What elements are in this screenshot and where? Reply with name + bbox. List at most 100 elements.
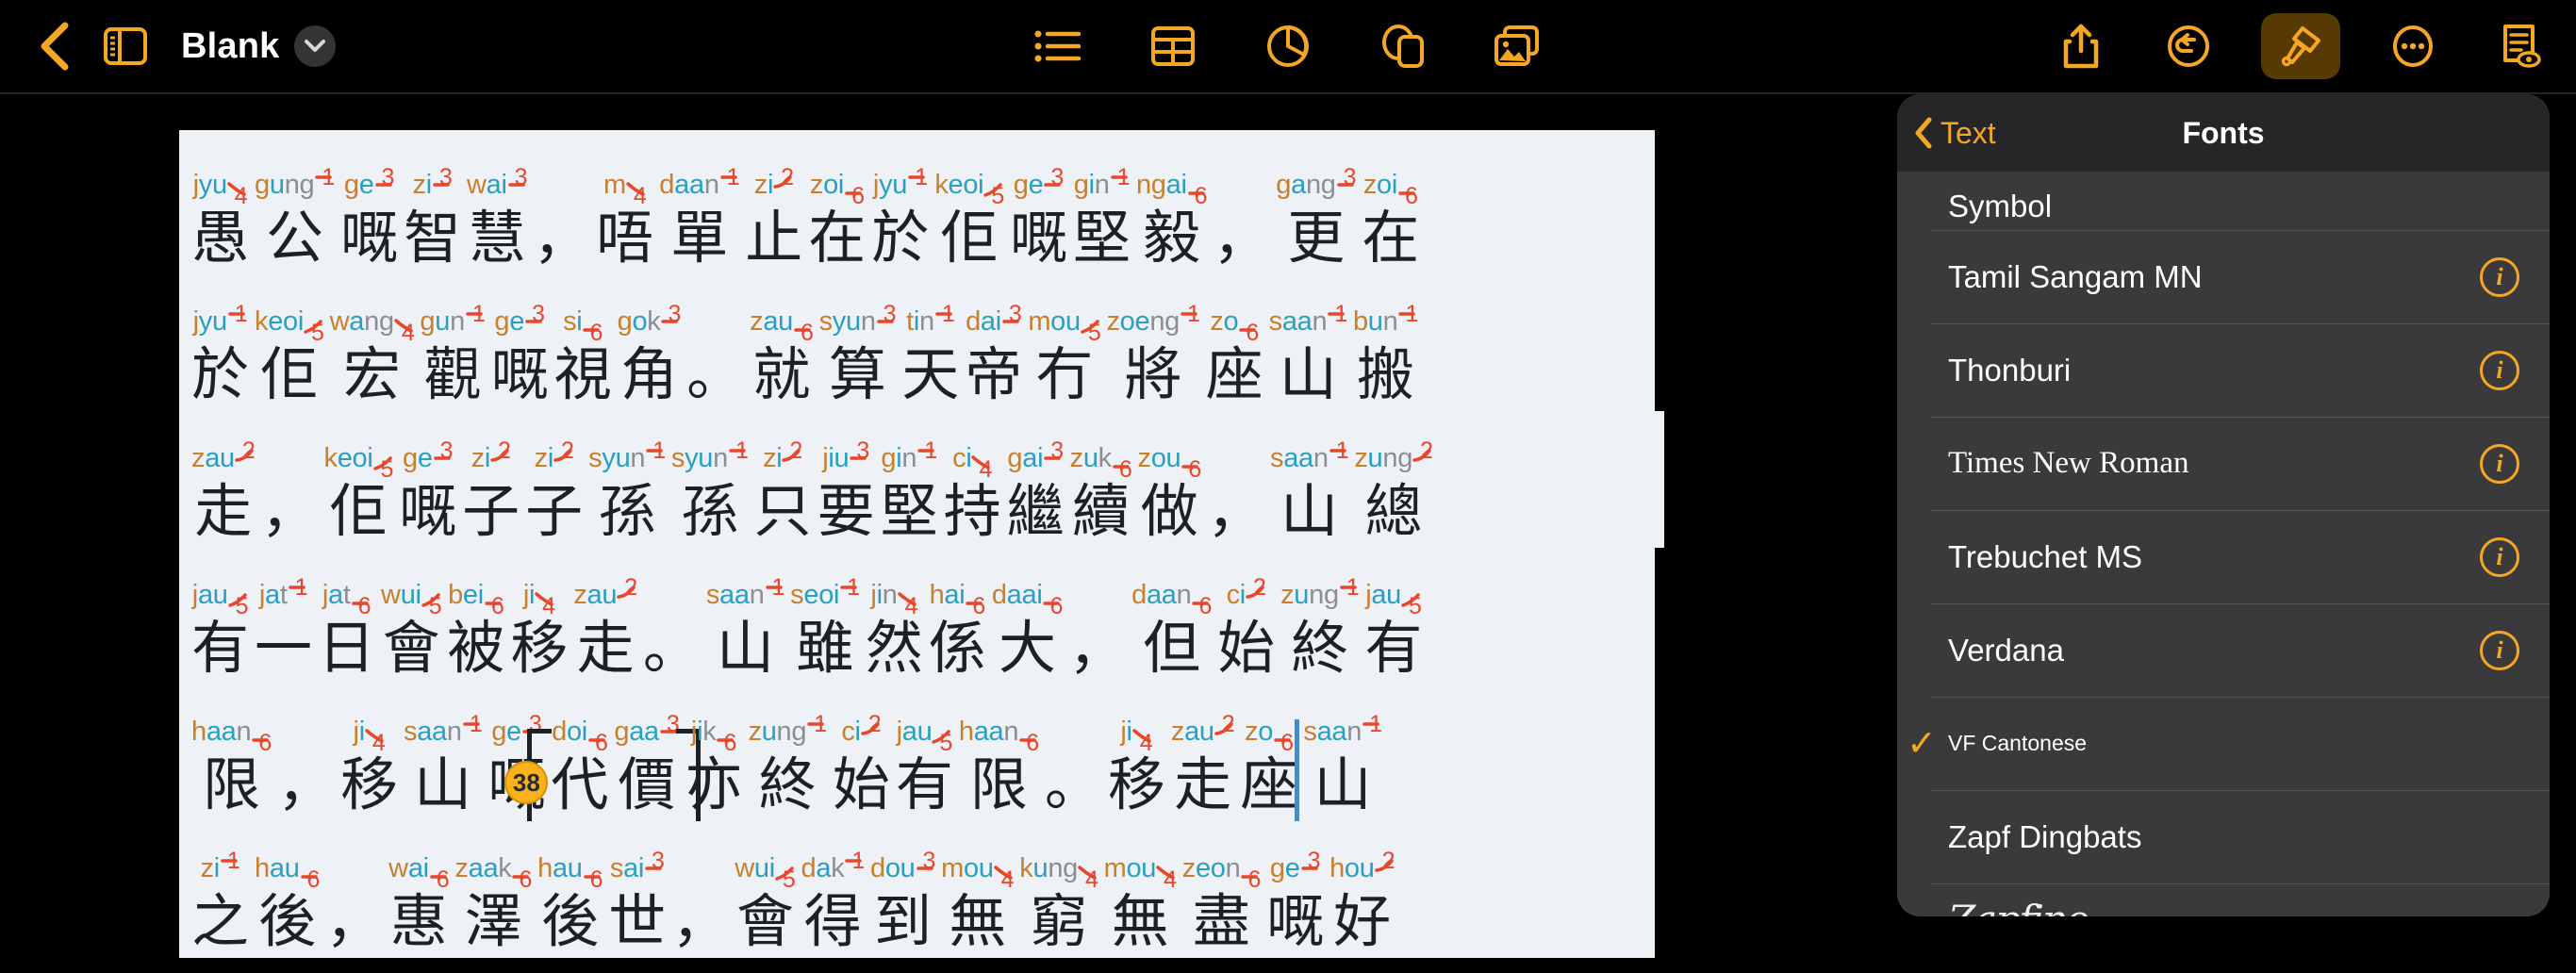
- ruby-cell[interactable]: s aa n 1 山: [1295, 711, 1384, 834]
- back-to-text-button[interactable]: Text: [1897, 116, 1996, 151]
- ruby-cell[interactable]: m ou 4 無: [938, 849, 1016, 958]
- punctuation-cell[interactable]: ，: [274, 712, 338, 821]
- punctuation-cell[interactable]: ，: [1065, 575, 1129, 684]
- ruby-cell[interactable]: m ou 4 無: [1101, 849, 1180, 958]
- punctuation-cell[interactable]: ，: [1210, 165, 1273, 274]
- document-options-icon[interactable]: [2485, 11, 2555, 81]
- document-line[interactable]: z i 1 之 h au 6 後 ， w ai 6 惠 z aa k 6 澤 h au 6 後 s ai 3 世 ， w ui 5 會 d…: [179, 821, 1584, 958]
- ruby-cell[interactable]: ci2 始: [1214, 574, 1278, 684]
- ruby-cell[interactable]: g ai 3 繼: [1004, 437, 1067, 548]
- ruby-cell[interactable]: d ou 3 到: [867, 848, 938, 958]
- info-icon[interactable]: i: [2480, 630, 2519, 670]
- list-icon[interactable]: [1023, 11, 1093, 81]
- ruby-cell[interactable]: ji4移: [338, 712, 401, 821]
- ruby-cell[interactable]: zi2 止: [742, 164, 805, 274]
- undo-icon[interactable]: [2154, 11, 2223, 81]
- ruby-cell[interactable]: z u ng 2 總: [1351, 437, 1435, 548]
- ruby-cell[interactable]: k eoi 5 佢: [932, 165, 1007, 274]
- ruby-cell[interactable]: ng ai 6 毅: [1133, 165, 1210, 274]
- ruby-cell[interactable]: j yu 1 於: [189, 301, 252, 411]
- ruby-cell[interactable]: zuk6續: [1067, 438, 1135, 548]
- ruby-cell[interactable]: ji4移: [507, 575, 570, 684]
- ruby-cell[interactable]: z oe ng 1 將: [1103, 301, 1202, 411]
- ruby-cell[interactable]: gun1 觀: [417, 301, 487, 411]
- ruby-cell[interactable]: j yu 1 於: [868, 164, 932, 274]
- ruby-cell[interactable]: s yu n 1 孫: [669, 437, 751, 548]
- ruby-cell[interactable]: jin4然: [863, 575, 926, 684]
- ruby-cell[interactable]: z au 6 就: [747, 302, 816, 411]
- punctuation-cell[interactable]: ，: [322, 849, 386, 958]
- ruby-cell[interactable]: z au 2 走: [1168, 711, 1237, 821]
- font-list-item[interactable]: Times New Roman i: [1897, 417, 2550, 510]
- font-list-item[interactable]: Zapf Dingbats: [1897, 790, 2550, 883]
- info-icon[interactable]: i: [2480, 350, 2519, 390]
- punctuation-cell[interactable]: 。: [1042, 712, 1105, 821]
- ruby-cell[interactable]: zo6座: [1203, 302, 1266, 411]
- media-icon[interactable]: [1483, 11, 1553, 81]
- ruby-cell[interactable]: z oi 6 在: [805, 165, 868, 274]
- back-chevron-icon[interactable]: [21, 11, 91, 81]
- font-list[interactable]: Symbol Tamil Sangam MN i Thonburi i Times New…: [1897, 172, 2550, 916]
- font-list-item[interactable]: ✓ VF Cantonese: [1897, 697, 2550, 790]
- ruby-cell[interactable]: zi2 子: [522, 437, 586, 548]
- ruby-cell[interactable]: ge3 嘅: [396, 437, 459, 548]
- ruby-cell[interactable]: d aa n 1 單: [656, 164, 742, 274]
- font-list-item[interactable]: Symbol: [1897, 172, 2550, 230]
- info-icon[interactable]: i: [2480, 443, 2519, 484]
- ruby-cell[interactable]: w ui 5 會: [378, 575, 444, 684]
- info-icon[interactable]: i: [2480, 256, 2519, 297]
- ruby-cell[interactable]: g a ng 3 更: [1273, 164, 1359, 274]
- document-line[interactable]: j yu 1 於 k eoi 5 佢 w a ng 4 宏 g u n 1 觀 g e 3 嘅 s i 6 視 g o k 3 角 。 z au…: [179, 274, 1612, 411]
- ruby-cell[interactable]: z oi 6 在: [1359, 165, 1422, 274]
- ruby-cell[interactable]: w a ng 4 宏: [327, 302, 418, 411]
- ruby-cell[interactable]: s aa n 1 山: [401, 711, 485, 821]
- ruby-cell[interactable]: w ai 3 慧: [464, 164, 530, 274]
- ruby-cell[interactable]: ci4持: [941, 438, 1004, 548]
- ruby-cell[interactable]: ge3 嘅: [338, 164, 401, 274]
- ruby-cell[interactable]: h aa n 6 限: [956, 712, 1042, 821]
- ruby-cell[interactable]: zi2 子: [459, 437, 522, 548]
- ruby-cell[interactable]: ge3 嘅: [1263, 848, 1327, 958]
- ruby-cell[interactable]: bun1 搬: [1350, 301, 1421, 411]
- ruby-cell[interactable]: d ai 3 帝: [962, 301, 1025, 411]
- ruby-cell[interactable]: gin1 堅: [1070, 164, 1133, 274]
- chevron-down-icon[interactable]: [294, 25, 337, 67]
- ruby-cell[interactable]: zo6座: [1237, 712, 1300, 821]
- ruby-cell[interactable]: z au 2 走: [570, 574, 639, 684]
- punctuation-cell[interactable]: 。: [684, 302, 747, 411]
- ruby-cell[interactable]: dak1 得: [799, 848, 868, 958]
- ruby-cell[interactable]: tin1 天: [899, 301, 962, 411]
- ruby-cell[interactable]: s aa n 1 山: [1267, 437, 1351, 548]
- ruby-cell[interactable]: d aai 6 大: [989, 575, 1065, 684]
- ruby-cell[interactable]: ge3 嘅: [488, 301, 552, 411]
- ruby-cell[interactable]: s aa n 1 山: [703, 574, 787, 684]
- ruby-cell[interactable]: k eoi 5 佢: [322, 438, 397, 548]
- document-line[interactable]: haan6限 ，ji4移saan1山ge3嘅doi6代38gaa3價jik6亦z…: [179, 684, 1655, 842]
- ruby-cell[interactable]: z u ng 1 終: [746, 711, 830, 821]
- more-icon[interactable]: [2378, 11, 2448, 81]
- punctuation-cell[interactable]: ，: [530, 165, 593, 274]
- ruby-cell[interactable]: d aa n 6 但: [1129, 575, 1214, 684]
- punctuation-cell[interactable]: ，: [257, 438, 321, 548]
- font-list-item[interactable]: Verdana i: [1897, 603, 2550, 697]
- font-list-item[interactable]: Tamil Sangam MN i: [1897, 230, 2550, 323]
- ruby-cell[interactable]: m4唔: [593, 165, 656, 274]
- ruby-cell[interactable]: ge3 嘅: [1007, 164, 1070, 274]
- ruby-cell[interactable]: s yu n 1 孫: [586, 437, 669, 548]
- ruby-cell[interactable]: gin1 堅: [878, 437, 941, 548]
- ruby-cell[interactable]: k u ng 4 窮: [1016, 849, 1100, 958]
- ruby-cell[interactable]: jat1 一: [252, 574, 315, 684]
- ruby-cell[interactable]: j au 5 有: [189, 575, 252, 684]
- ruby-cell[interactable]: jik6亦: [682, 712, 745, 821]
- ruby-cell[interactable]: s ai 3 世: [605, 848, 669, 958]
- ruby-cell[interactable]: j au 5 有: [1362, 575, 1425, 684]
- ruby-cell[interactable]: gok3 角: [615, 301, 685, 411]
- font-list-item[interactable]: Zapfino: [1897, 883, 2550, 916]
- info-icon[interactable]: i: [2480, 536, 2519, 577]
- ruby-cell[interactable]: h ai 6 係: [926, 575, 989, 684]
- ruby-cell[interactable]: w ui 5 會: [732, 849, 798, 958]
- format-paintbrush-icon[interactable]: [2261, 13, 2340, 79]
- ruby-cell[interactable]: z ou 6 做: [1134, 438, 1203, 548]
- ruby-cell[interactable]: h aa n 6 限: [189, 712, 274, 821]
- punctuation-cell[interactable]: ，: [1204, 438, 1267, 548]
